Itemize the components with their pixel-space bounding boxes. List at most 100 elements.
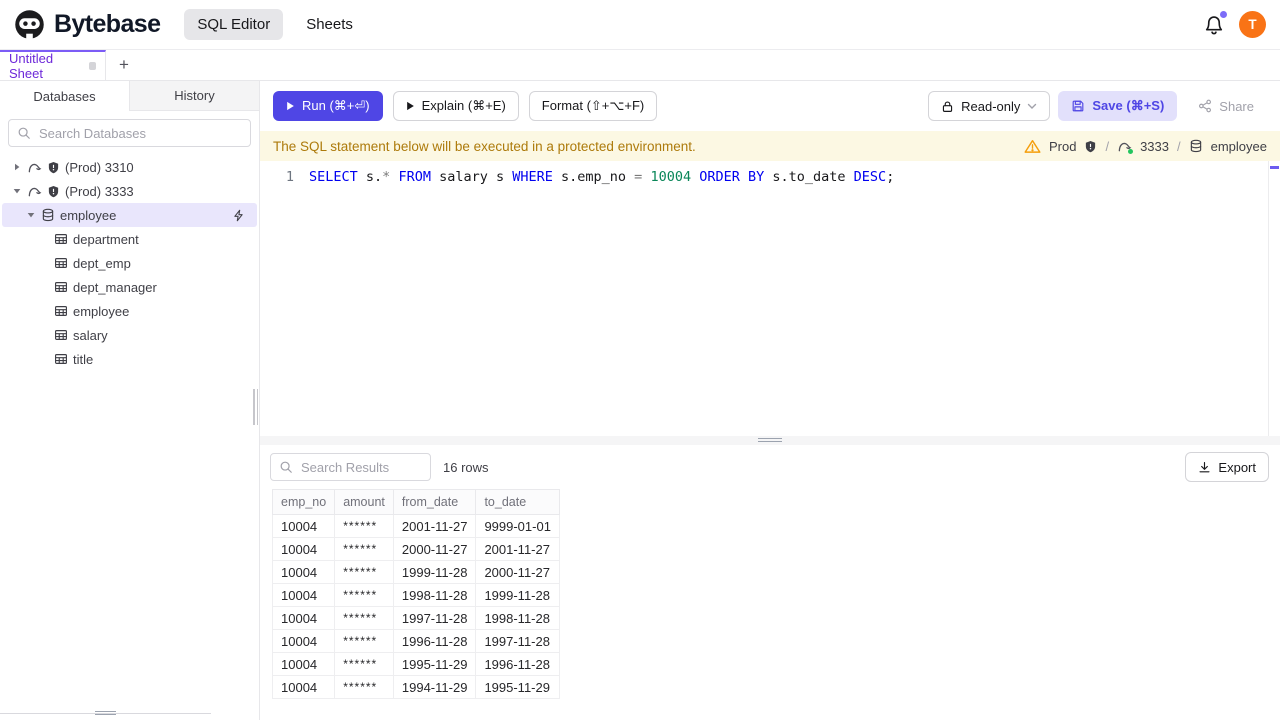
tab-history[interactable]: History [129, 81, 259, 111]
table-label: dept_emp [73, 255, 131, 271]
table-row[interactable]: 10004 ****** 2000-11-27 2001-11-27 [271, 537, 560, 561]
explain-button[interactable]: Explain (⌘+E) [392, 91, 519, 121]
search-results-input[interactable] [270, 453, 431, 481]
row-count: 16 rows [443, 459, 489, 475]
table-label: department [73, 231, 139, 247]
code-line: 1 SELECT s.* FROM salary s WHERE s.emp_n… [260, 161, 1280, 187]
shield-icon [1084, 140, 1097, 153]
database-label: employee [60, 207, 117, 223]
quick-action-bolt-icon[interactable] [232, 209, 245, 222]
breadcrumb-database: employee [1210, 138, 1267, 154]
avatar[interactable]: T [1239, 11, 1266, 38]
nav-sql-editor[interactable]: SQL Editor [184, 9, 284, 40]
results-table: emp_no amount from_date to_date 10004 ***… [271, 489, 560, 699]
share-icon [1198, 99, 1212, 113]
tree-table-salary[interactable]: salary [0, 323, 259, 347]
splitter-drag-handle[interactable] [758, 438, 782, 444]
tab-databases[interactable]: Databases [0, 81, 129, 111]
instance-label: (Prod) 3333 [65, 183, 134, 199]
bytebase-logo-icon [14, 9, 45, 40]
connection-breadcrumb: Prod / 3333 / employee [1024, 139, 1267, 154]
status-dot [1128, 148, 1134, 154]
overview-ruler [1268, 161, 1280, 436]
editor-results-splitter[interactable] [260, 436, 1280, 445]
table-row[interactable]: 10004 ****** 1995-11-29 1996-11-28 [271, 652, 560, 676]
warning-icon [1024, 139, 1041, 154]
database-tree: (Prod) 3310 (Prod) 3333 employee departm… [0, 155, 259, 371]
table-label: employee [73, 303, 130, 319]
table-row[interactable]: 10004 ****** 2001-11-27 9999-01-01 [271, 514, 560, 538]
top-nav: SQL Editor Sheets [184, 9, 366, 40]
table-row[interactable]: 10004 ****** 1994-11-29 1995-11-29 [271, 675, 560, 699]
results-search [270, 453, 431, 481]
results-header-row: emp_no amount from_date to_date [271, 489, 560, 515]
column-header[interactable]: to_date [475, 489, 560, 515]
database-icon [1189, 139, 1203, 153]
run-button[interactable]: Run (⌘+⏎) [273, 91, 383, 121]
table-row[interactable]: 10004 ****** 1996-11-28 1997-11-28 [271, 629, 560, 653]
table-row[interactable]: 10004 ****** 1998-11-28 1999-11-28 [271, 583, 560, 607]
table-label: salary [73, 327, 108, 343]
table-icon [54, 280, 68, 294]
column-header[interactable]: amount [334, 489, 394, 515]
table-row[interactable]: 10004 ****** 1997-11-28 1998-11-28 [271, 606, 560, 630]
tree-database-employee[interactable]: employee [2, 203, 257, 227]
sheet-tab-untitled[interactable]: Untitled Sheet [0, 50, 106, 81]
tree-table-dept-manager[interactable]: dept_manager [0, 275, 259, 299]
table-icon [54, 352, 68, 366]
cursor-line-marker [1270, 166, 1279, 169]
shield-icon [47, 161, 60, 174]
sidebar-resize-handle[interactable] [253, 389, 258, 425]
sidebar-tabs: Databases History [0, 81, 259, 111]
table-label: title [73, 351, 94, 367]
sidebar-panel-drag-handle[interactable] [95, 711, 116, 717]
download-icon [1198, 461, 1211, 474]
top-right: T [1203, 10, 1266, 38]
brand-name: Bytebase [54, 10, 161, 38]
tree-instance-prod-3310[interactable]: (Prod) 3310 [0, 155, 259, 179]
results-header: 16 rows Export [260, 445, 1280, 489]
chevron-down-icon [1027, 103, 1037, 110]
mysql-icon [27, 160, 42, 175]
mysql-icon [27, 184, 42, 199]
search-databases-input[interactable] [8, 119, 251, 147]
readonly-mode-button[interactable]: Read-only [928, 91, 1051, 121]
add-sheet-button[interactable]: + [106, 50, 142, 80]
search-icon [279, 460, 293, 474]
notification-badge [1220, 10, 1227, 18]
notification-bell-icon[interactable] [1203, 10, 1227, 36]
editor-toolbar: Run (⌘+⏎) Explain (⌘+E) Format (⇧+⌥+F) R… [260, 81, 1280, 131]
breadcrumb-instance: 3333 [1140, 138, 1169, 154]
brand: Bytebase [14, 9, 161, 40]
shield-icon [47, 185, 60, 198]
save-button[interactable]: Save (⌘+S) [1058, 91, 1178, 121]
table-icon [54, 256, 68, 270]
table-icon [54, 232, 68, 246]
tree-table-title[interactable]: title [0, 347, 259, 371]
chevron-down-icon[interactable] [12, 187, 22, 195]
tree-instance-prod-3333[interactable]: (Prod) 3333 [0, 179, 259, 203]
nav-sheets[interactable]: Sheets [293, 9, 366, 40]
table-label: dept_manager [73, 279, 157, 295]
tree-table-employee[interactable]: employee [0, 299, 259, 323]
lock-icon [941, 100, 954, 113]
table-icon [54, 328, 68, 342]
instance-label: (Prod) 3310 [65, 159, 134, 175]
sql-editor[interactable]: 1 SELECT s.* FROM salary s WHERE s.emp_n… [260, 161, 1280, 436]
tree-table-dept-emp[interactable]: dept_emp [0, 251, 259, 275]
mysql-icon [1117, 139, 1134, 154]
share-button[interactable]: Share [1185, 91, 1267, 121]
format-button[interactable]: Format (⇧+⌥+F) [528, 91, 658, 121]
search-icon [17, 126, 31, 140]
top-bar: Bytebase SQL Editor Sheets T [0, 0, 1280, 50]
table-row[interactable]: 10004 ****** 1999-11-28 2000-11-27 [271, 560, 560, 584]
chevron-down-icon[interactable] [26, 211, 36, 219]
chevron-right-icon[interactable] [12, 163, 22, 171]
sql-statement: SELECT s.* FROM salary s WHERE s.emp_no … [309, 169, 895, 185]
column-header[interactable]: emp_no [271, 489, 336, 515]
main-panel: Run (⌘+⏎) Explain (⌘+E) Format (⇧+⌥+F) R… [260, 81, 1280, 720]
export-button[interactable]: Export [1185, 452, 1269, 482]
column-header[interactable]: from_date [392, 489, 477, 515]
tree-table-department[interactable]: department [0, 227, 259, 251]
database-icon [41, 208, 55, 222]
